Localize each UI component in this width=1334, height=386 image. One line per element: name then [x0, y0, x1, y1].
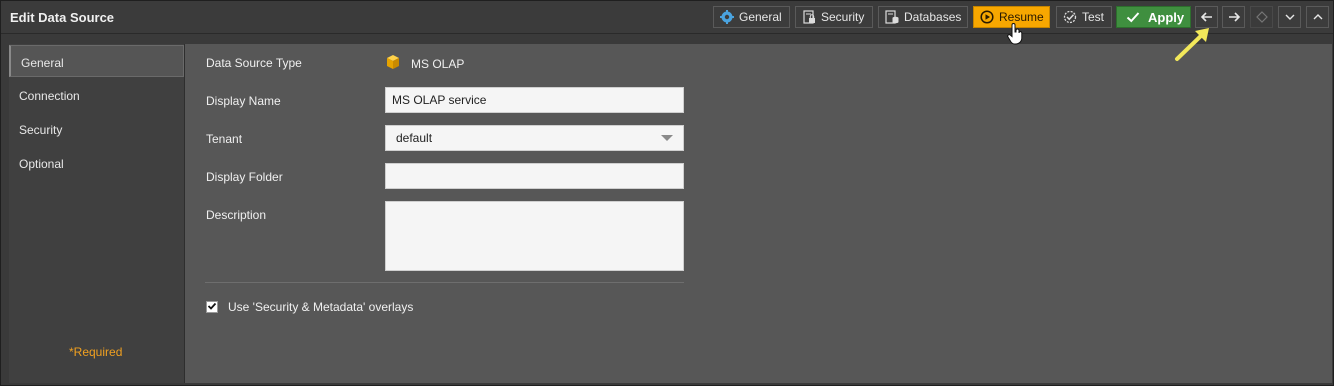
description-textarea[interactable] [385, 201, 684, 271]
description-label: Description [206, 208, 267, 222]
databases-button-label: Databases [904, 10, 962, 24]
security-button-label: Security [821, 10, 865, 24]
tenant-select[interactable]: default [385, 125, 684, 151]
expand-button[interactable] [1306, 6, 1329, 28]
forward-button[interactable] [1222, 6, 1245, 28]
hand-cursor-icon [1007, 23, 1023, 48]
chevron-up-icon [1312, 11, 1324, 23]
cube-icon [385, 54, 401, 73]
general-settings-panel: Data Source Type MS OLAP Display Name Te… [185, 44, 1332, 383]
test-button-label: Test [1082, 10, 1105, 24]
window-title: Edit Data Source [10, 10, 115, 25]
sidebar-item-label: Security [19, 123, 63, 137]
display-name-input[interactable] [385, 87, 684, 113]
general-button[interactable]: General [713, 6, 790, 28]
settings-sidebar: General Connection Security Optional *Re… [9, 44, 185, 383]
checkmark-icon [1126, 10, 1140, 24]
diamond-icon [1255, 11, 1268, 23]
data-source-type-label: Data Source Type [206, 56, 302, 70]
sidebar-item-label: Optional [19, 157, 64, 171]
display-folder-input[interactable] [385, 163, 684, 189]
sidebar-item-label: Connection [19, 89, 80, 103]
general-button-label: General [739, 10, 782, 24]
overlays-checkbox-label: Use 'Security & Metadata' overlays [228, 300, 414, 314]
gear-icon [720, 10, 734, 24]
play-circle-icon [980, 10, 994, 24]
window-header: Edit Data Source General Security Databa… [1, 1, 1333, 34]
apply-button-label: Apply [1148, 9, 1185, 25]
display-name-label: Display Name [206, 94, 281, 108]
databases-button[interactable]: Databases [878, 6, 968, 28]
data-source-type-value: MS OLAP [385, 54, 464, 73]
arrow-left-icon [1200, 10, 1214, 24]
sidebar-item-connection[interactable]: Connection [9, 79, 184, 111]
chevron-down-icon [661, 135, 673, 141]
required-note: *Required [69, 345, 123, 359]
edit-data-source-window: Edit Data Source General Security Databa… [0, 0, 1334, 386]
annotation-arrow-icon [1171, 25, 1217, 68]
checkmark-icon [207, 300, 217, 314]
data-source-type-text: MS OLAP [411, 56, 465, 71]
tenant-label: Tenant [206, 132, 243, 146]
security-button[interactable]: Security [795, 6, 873, 28]
form-divider [205, 282, 684, 283]
resume-button-label: Resume [999, 10, 1044, 24]
sidebar-item-security[interactable]: Security [9, 113, 184, 145]
sidebar-item-label: General [21, 56, 64, 70]
arrow-right-icon [1227, 10, 1241, 24]
display-folder-label: Display Folder [206, 170, 283, 184]
database-document-icon [885, 10, 899, 24]
diamond-button[interactable] [1250, 6, 1273, 28]
sidebar-item-optional[interactable]: Optional [9, 147, 184, 179]
sidebar-item-general[interactable]: General [9, 45, 184, 77]
overlays-checkbox[interactable] [206, 301, 218, 313]
collapse-button[interactable] [1278, 6, 1301, 28]
lock-document-icon [802, 10, 816, 24]
test-button[interactable]: Test [1056, 6, 1112, 28]
tenant-select-value: default [396, 131, 433, 145]
chevron-down-icon [1284, 11, 1296, 23]
check-gear-icon [1063, 10, 1077, 24]
